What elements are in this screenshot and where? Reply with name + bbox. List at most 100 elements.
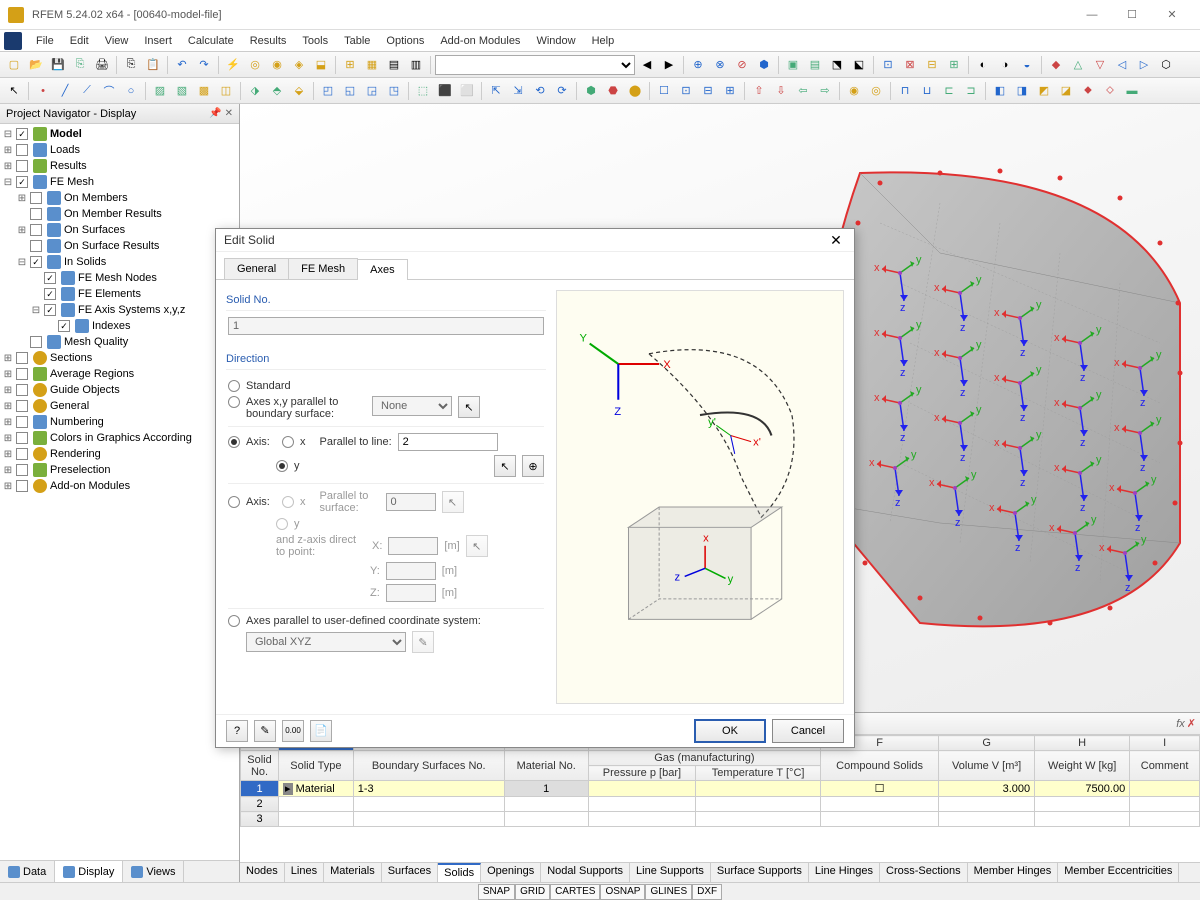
tree-node[interactable]: ⊞Results [2, 158, 237, 174]
tool-icon[interactable]: ⬕ [849, 55, 869, 75]
radio-x[interactable] [282, 436, 294, 448]
tree-node[interactable]: ⊞General [2, 398, 237, 414]
tool-icon[interactable]: ◐ [973, 55, 993, 75]
table-tab[interactable]: Surface Supports [711, 863, 809, 882]
tool-icon[interactable]: ⊔ [917, 81, 937, 101]
tree-node[interactable]: ⊟FE Axis Systems x,y,z [2, 302, 237, 318]
parallel-line-input[interactable] [398, 433, 498, 451]
checkbox[interactable] [16, 176, 28, 188]
tool-icon[interactable]: ⟲ [530, 81, 550, 101]
tool-icon[interactable]: ◉ [267, 55, 287, 75]
checkbox[interactable] [16, 432, 28, 444]
tool-icon[interactable]: ▨ [150, 81, 170, 101]
tree-node[interactable]: ⊞On Members [2, 190, 237, 206]
radio-parallel-boundary[interactable] [228, 396, 240, 408]
tree-node[interactable]: ⊞Preselection [2, 462, 237, 478]
menu-insert[interactable]: Insert [136, 32, 180, 50]
tool-icon[interactable]: ⬡ [1156, 55, 1176, 75]
new-icon[interactable]: ▢ [4, 55, 24, 75]
tool-icon[interactable]: ⊠ [900, 55, 920, 75]
checkbox[interactable] [16, 160, 28, 172]
dialog-tab-fe-mesh[interactable]: FE Mesh [288, 258, 358, 279]
table-tab[interactable]: Nodes [240, 863, 285, 882]
report-icon[interactable]: 📄 [310, 720, 332, 742]
data-grid[interactable]: A B C D E F G H I Solid No. Solid Type B… [240, 735, 1200, 862]
tree-node[interactable]: Indexes [2, 318, 237, 334]
tool-icon[interactable]: ⬦ [1100, 81, 1120, 101]
table-tab[interactable]: Line Supports [630, 863, 711, 882]
tool-icon[interactable]: ◳ [384, 81, 404, 101]
tool-icon[interactable]: ⇨ [815, 81, 835, 101]
tool-icon[interactable]: ⇦ [793, 81, 813, 101]
expand-icon[interactable]: ⊞ [2, 353, 14, 364]
expand-icon[interactable]: ⊞ [2, 433, 14, 444]
expand-icon[interactable]: ⊞ [2, 385, 14, 396]
expand-icon[interactable]: ⊞ [2, 465, 14, 476]
expand-icon[interactable]: ⊞ [16, 225, 28, 236]
tool-icon[interactable]: ⬙ [289, 81, 309, 101]
tool-icon[interactable]: ⊗ [710, 55, 730, 75]
dialog-close-icon[interactable]: ✕ [826, 230, 846, 250]
expand-icon[interactable]: ⊟ [16, 257, 28, 268]
navigator-tab-display[interactable]: Display [55, 861, 123, 882]
tool-icon[interactable]: ◑ [995, 55, 1015, 75]
cancel-button[interactable]: Cancel [772, 719, 844, 743]
menu-table[interactable]: Table [336, 32, 378, 50]
minimize-button[interactable]: — [1072, 1, 1112, 29]
status-segment[interactable]: SNAP [478, 884, 515, 900]
undo-icon[interactable]: ↶ [172, 55, 192, 75]
menu-edit[interactable]: Edit [62, 32, 97, 50]
navigator-tab-data[interactable]: Data [0, 861, 55, 882]
tree-node[interactable]: Mesh Quality [2, 334, 237, 350]
next-icon[interactable]: ▶ [659, 55, 679, 75]
table-tab[interactable]: Line Hinges [809, 863, 880, 882]
checkbox[interactable] [44, 272, 56, 284]
checkbox[interactable] [16, 352, 28, 364]
checkbox[interactable] [44, 288, 56, 300]
tree-node[interactable]: ⊟FE Mesh [2, 174, 237, 190]
tool-icon[interactable]: ⇱ [486, 81, 506, 101]
checkbox[interactable] [30, 208, 42, 220]
menu-calculate[interactable]: Calculate [180, 32, 242, 50]
tree-node[interactable]: On Member Results [2, 206, 237, 222]
menu-view[interactable]: View [97, 32, 137, 50]
tool-icon[interactable]: ⬥ [1078, 81, 1098, 101]
tool-icon[interactable]: ⊕ [688, 55, 708, 75]
menu-file[interactable]: File [28, 32, 62, 50]
tool-icon[interactable]: ⬓ [311, 55, 331, 75]
expand-icon[interactable]: ⊞ [2, 481, 14, 492]
tool-icon[interactable]: ⊐ [961, 81, 981, 101]
units-icon[interactable]: 0.00 [282, 720, 304, 742]
tool-icon[interactable]: ◎ [866, 81, 886, 101]
fx-icon[interactable]: ✗ [1187, 717, 1196, 730]
pick-icon[interactable]: ↖ [458, 396, 480, 418]
tree-node[interactable]: ⊞Colors in Graphics According [2, 430, 237, 446]
radio-axis-line[interactable] [228, 436, 240, 448]
expand-icon[interactable]: ⊟ [2, 177, 14, 188]
tree-node[interactable]: ⊟In Solids [2, 254, 237, 270]
tool-icon[interactable]: ⬘ [267, 81, 287, 101]
status-segment[interactable]: DXF [692, 884, 722, 900]
pin-icon[interactable]: 📌 ✕ [209, 108, 233, 119]
tool-icon[interactable]: ◱ [340, 81, 360, 101]
pick-line-icon[interactable]: ↖ [494, 455, 516, 477]
tool-icon[interactable]: ☐ [654, 81, 674, 101]
tree-node[interactable]: ⊞Guide Objects [2, 382, 237, 398]
status-segment[interactable]: CARTES [550, 884, 600, 900]
expand-icon[interactable]: ⊞ [16, 193, 28, 204]
tool-icon[interactable]: ▥ [406, 55, 426, 75]
menu-tools[interactable]: Tools [294, 32, 336, 50]
tool-icon[interactable]: ▬ [1122, 81, 1142, 101]
saveall-icon[interactable]: ⎘ [70, 55, 90, 75]
tool-icon[interactable]: ◆ [1046, 55, 1066, 75]
table-row[interactable]: 3 [241, 812, 1200, 827]
tool-icon[interactable]: ▽ [1090, 55, 1110, 75]
dialog-tab-general[interactable]: General [224, 258, 289, 279]
tool-icon[interactable]: ⬛ [435, 81, 455, 101]
checkbox[interactable] [58, 320, 70, 332]
tool-icon[interactable]: ⊡ [676, 81, 696, 101]
table-tab[interactable]: Lines [285, 863, 324, 882]
redo-icon[interactable]: ↷ [194, 55, 214, 75]
tool-icon[interactable]: ◉ [844, 81, 864, 101]
polyline-icon[interactable]: ⟋ [77, 81, 97, 101]
